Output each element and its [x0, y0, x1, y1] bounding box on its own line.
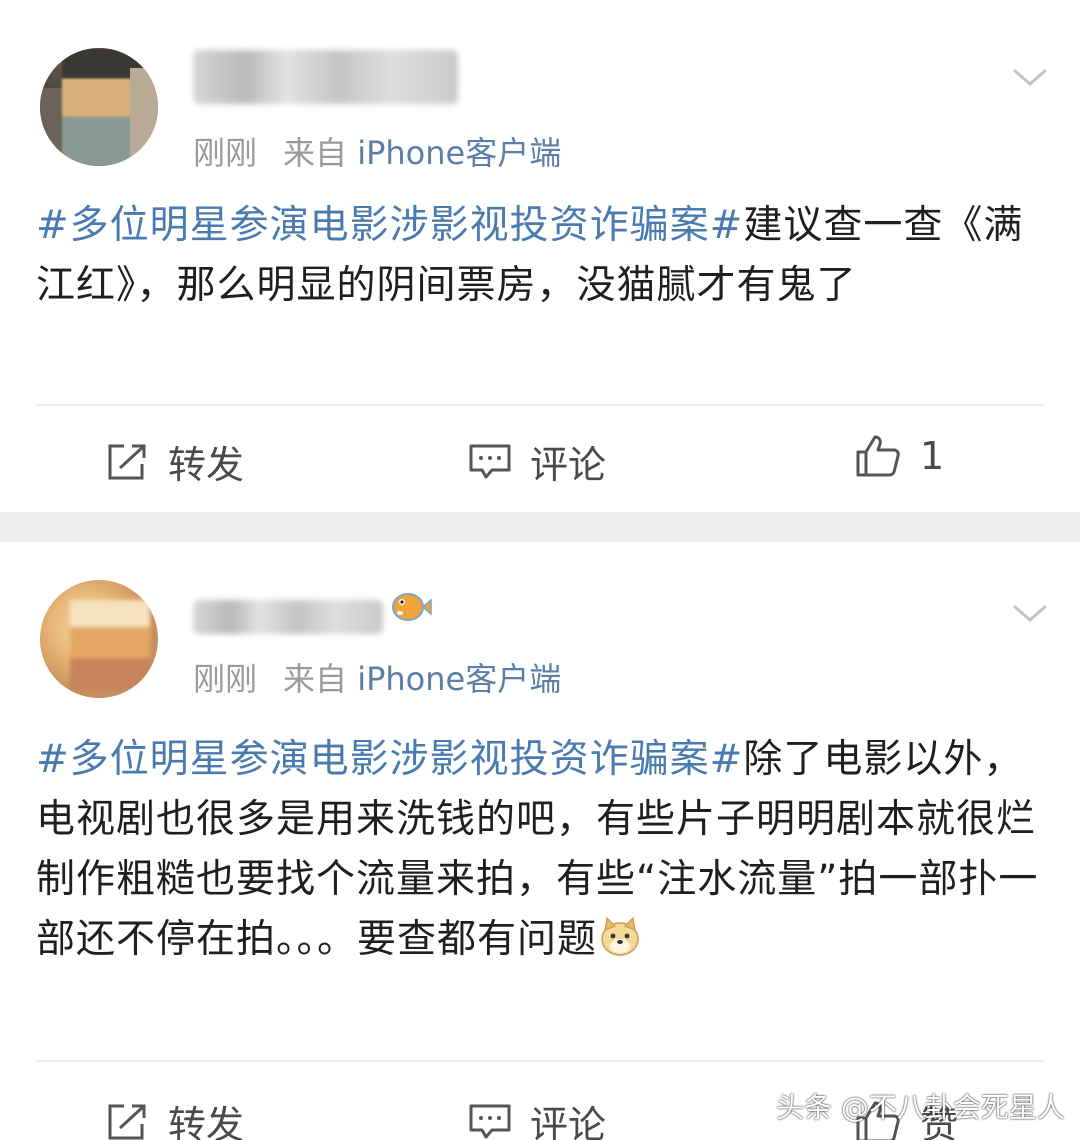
- pufferfish-badge-icon: [392, 593, 432, 621]
- repost-button[interactable]: 转发: [106, 434, 244, 489]
- comment-button[interactable]: 评论: [468, 1094, 606, 1140]
- post-meta: 刚刚 来自 iPhone客户端: [193, 654, 561, 700]
- repost-icon: [108, 444, 146, 479]
- chevron-down-icon[interactable]: [1010, 62, 1050, 92]
- hashtag-link[interactable]: #多位明星参演电影涉影视投资诈骗案#: [36, 203, 743, 248]
- repost-label: 转发: [168, 443, 245, 487]
- post-card: 刚刚 来自 iPhone客户端 #多位明星参演电影涉影视投资诈骗案#建议查一查《满…: [0, 0, 1080, 512]
- repost-button[interactable]: 转发: [106, 1094, 244, 1140]
- post-meta: 刚刚 来自 iPhone客户端: [193, 128, 561, 174]
- source-app[interactable]: iPhone客户端: [357, 660, 561, 698]
- source-app[interactable]: iPhone客户端: [357, 134, 561, 172]
- divider: [36, 1060, 1044, 1062]
- source-prefix: 来自: [283, 134, 348, 172]
- feed-page: 刚刚 来自 iPhone客户端 #多位明星参演电影涉影视投资诈骗案#建议查一查《满…: [0, 0, 1080, 1140]
- repost-icon: [108, 1104, 146, 1139]
- post-content: #多位明星参演电影涉影视投资诈骗案#建议查一查《满江红》，那么明显的阴间票房，没…: [36, 196, 1048, 316]
- feed-separator: [0, 512, 1080, 542]
- username-blurred[interactable]: [193, 50, 458, 104]
- repost-label: 转发: [168, 1103, 245, 1140]
- like-count: 1: [920, 434, 945, 478]
- avatar[interactable]: [40, 580, 158, 698]
- comment-button[interactable]: 评论: [468, 434, 606, 489]
- post-time: 刚刚: [193, 134, 258, 172]
- comment-label: 评论: [530, 443, 607, 487]
- avatar[interactable]: [40, 48, 158, 166]
- comment-icon: [469, 1104, 511, 1138]
- source-prefix: 来自: [283, 660, 348, 698]
- doge-emoji-icon: [601, 916, 639, 956]
- like-button[interactable]: 1: [854, 434, 944, 478]
- thumbs-up-icon: [856, 435, 900, 477]
- username-blurred[interactable]: [193, 600, 383, 634]
- post-card: 刚刚 来自 iPhone客户端 #多位明星参演电影涉影视投资诈骗案#除了电影以外，…: [0, 542, 1080, 1140]
- post-content: #多位明星参演电影涉影视投资诈骗案#除了电影以外，电视剧也很多是用来洗钱的吧，有…: [36, 730, 1048, 970]
- comment-icon: [469, 444, 511, 478]
- hashtag-link[interactable]: #多位明星参演电影涉影视投资诈骗案#: [36, 737, 743, 782]
- post-time: 刚刚: [193, 660, 258, 698]
- watermark: 头条 @不八卦会死星人: [776, 1091, 1065, 1124]
- comment-label: 评论: [530, 1103, 607, 1140]
- divider: [36, 404, 1044, 406]
- chevron-down-icon[interactable]: [1010, 598, 1050, 628]
